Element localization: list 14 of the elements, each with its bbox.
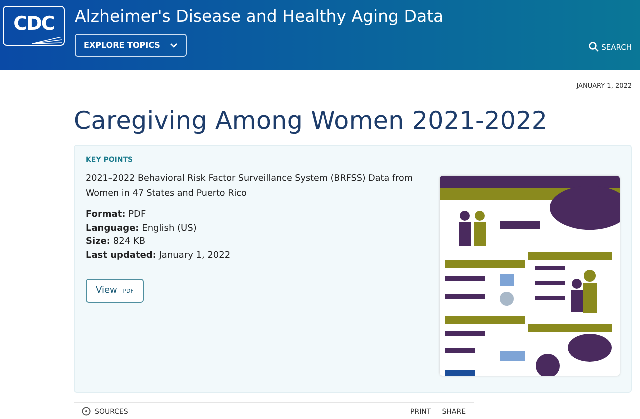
detail-line: Format: PDF	[86, 209, 148, 222]
page-title: Caregiving Among Women 2021-2022	[74, 106, 549, 135]
chevron-down-icon	[170, 43, 178, 48]
explore-topics-button[interactable]: EXPLORE TOPICS	[75, 34, 188, 57]
search-icon	[588, 42, 599, 52]
logo[interactable]: CDC	[3, 6, 65, 46]
site-title: Alzheimer's Disease and Healthy Aging Data	[75, 7, 445, 26]
detail-line: Language: English (US)	[86, 222, 198, 236]
infographic-thumbnail[interactable]	[440, 176, 620, 376]
rays-icon	[32, 37, 62, 44]
description: 2021–2022 Behavioral Risk Factor Surveillance System (BRFSS) Data from Women in 47 States and Puerto Rico	[86, 173, 414, 201]
detail-line: Last updated: January 1, 2022	[86, 250, 232, 262]
detail-line: Size: 824 KB	[86, 236, 146, 249]
expand-circle-icon	[82, 407, 91, 416]
